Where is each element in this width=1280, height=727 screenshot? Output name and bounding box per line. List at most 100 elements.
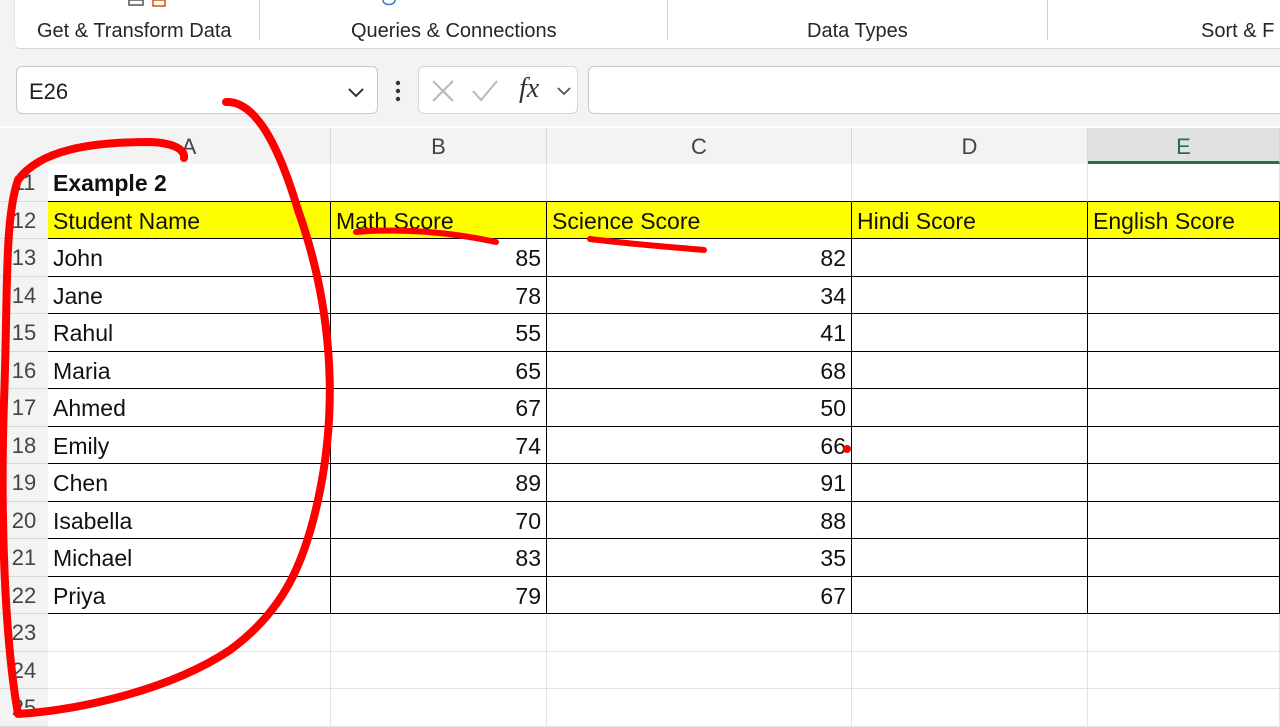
row-header[interactable]: 17 <box>0 389 48 427</box>
cell-d13[interactable] <box>852 239 1088 277</box>
cell-d25[interactable] <box>852 689 1088 727</box>
cell-b23[interactable] <box>331 614 547 652</box>
row-header[interactable]: 14 <box>0 276 48 314</box>
cell-c19[interactable]: 91 <box>547 464 852 502</box>
row-header[interactable]: 12 <box>0 201 48 239</box>
cell-c17[interactable]: 50 <box>547 389 852 427</box>
header-cell-a[interactable]: Student Name <box>48 201 331 239</box>
column-header-a[interactable]: A <box>48 128 331 164</box>
cell-c20[interactable]: 88 <box>547 501 852 539</box>
cell-a19[interactable]: Chen <box>48 464 331 502</box>
chevron-down-icon[interactable] <box>345 81 367 103</box>
cell-b20[interactable]: 70 <box>331 501 547 539</box>
cell-c11[interactable] <box>547 164 852 202</box>
cell-e20[interactable] <box>1088 501 1280 539</box>
name-box[interactable]: E26 <box>16 66 378 114</box>
row-header[interactable]: 13 <box>0 239 48 277</box>
cell-a23[interactable] <box>48 614 331 652</box>
cell-d24[interactable] <box>852 651 1088 689</box>
cell-e23[interactable] <box>1088 614 1280 652</box>
row-header[interactable]: 20 <box>0 501 48 539</box>
cell-a16[interactable]: Maria <box>48 351 331 389</box>
refresh-icon[interactable] <box>371 0 401 8</box>
cell-d17[interactable] <box>852 389 1088 427</box>
cell-a18[interactable]: Emily <box>48 426 331 464</box>
example-title[interactable]: Example 2 <box>48 164 331 202</box>
column-header-b[interactable]: B <box>331 128 547 164</box>
cell-e22[interactable] <box>1088 576 1280 614</box>
cell-d15[interactable] <box>852 314 1088 352</box>
cell-a25[interactable] <box>48 689 331 727</box>
cell-b16[interactable]: 65 <box>331 351 547 389</box>
header-cell-c[interactable]: Science Score <box>547 201 852 239</box>
cell-b17[interactable]: 67 <box>331 389 547 427</box>
formula-input[interactable] <box>588 66 1280 114</box>
cell-a13[interactable]: John <box>48 239 331 277</box>
cell-e21[interactable] <box>1088 539 1280 577</box>
cell-e24[interactable] <box>1088 651 1280 689</box>
cell-d22[interactable] <box>852 576 1088 614</box>
cell-d14[interactable] <box>852 276 1088 314</box>
cell-c14[interactable]: 34 <box>547 276 852 314</box>
header-cell-b[interactable]: Math Score <box>331 201 547 239</box>
more-options-icon[interactable] <box>388 76 408 106</box>
cell-d21[interactable] <box>852 539 1088 577</box>
cell-a17[interactable]: Ahmed <box>48 389 331 427</box>
cell-b22[interactable]: 79 <box>331 576 547 614</box>
cell-a22[interactable]: Priya <box>48 576 331 614</box>
cell-b24[interactable] <box>331 651 547 689</box>
cell-a21[interactable]: Michael <box>48 539 331 577</box>
cell-e13[interactable] <box>1088 239 1280 277</box>
enter-check-icon[interactable] <box>469 75 501 107</box>
cell-e25[interactable] <box>1088 689 1280 727</box>
cell-b13[interactable]: 85 <box>331 239 547 277</box>
cell-c23[interactable] <box>547 614 852 652</box>
cell-d16[interactable] <box>852 351 1088 389</box>
cell-d18[interactable] <box>852 426 1088 464</box>
cell-c18[interactable]: 66 <box>547 426 852 464</box>
cell-e11[interactable] <box>1088 164 1280 202</box>
header-cell-d[interactable]: Hindi Score <box>852 201 1088 239</box>
column-header-e[interactable]: E <box>1088 128 1280 164</box>
cell-b11[interactable] <box>331 164 547 202</box>
column-header-c[interactable]: C <box>547 128 852 164</box>
row-header[interactable]: 25 <box>0 689 48 727</box>
cell-c15[interactable]: 41 <box>547 314 852 352</box>
cell-d20[interactable] <box>852 501 1088 539</box>
cell-c22[interactable]: 67 <box>547 576 852 614</box>
cell-a15[interactable]: Rahul <box>48 314 331 352</box>
cell-e16[interactable] <box>1088 351 1280 389</box>
insert-function-button[interactable]: fx <box>519 73 539 105</box>
cell-e19[interactable] <box>1088 464 1280 502</box>
cell-b19[interactable]: 89 <box>331 464 547 502</box>
cell-a14[interactable]: Jane <box>48 276 331 314</box>
row-header[interactable]: 24 <box>0 651 48 689</box>
cell-e15[interactable] <box>1088 314 1280 352</box>
get-data-icon[interactable] <box>127 0 173 8</box>
chevron-down-icon[interactable] <box>555 83 573 99</box>
cell-a24[interactable] <box>48 651 331 689</box>
cell-d19[interactable] <box>852 464 1088 502</box>
row-header[interactable]: 22 <box>0 576 48 614</box>
column-header-d[interactable]: D <box>852 128 1088 164</box>
cell-c16[interactable]: 68 <box>547 351 852 389</box>
row-header[interactable]: 11 <box>0 164 48 202</box>
header-cell-e[interactable]: English Score <box>1088 201 1280 239</box>
row-header[interactable]: 19 <box>0 464 48 502</box>
cell-e18[interactable] <box>1088 426 1280 464</box>
cell-b18[interactable]: 74 <box>331 426 547 464</box>
row-header[interactable]: 16 <box>0 351 48 389</box>
cell-c24[interactable] <box>547 651 852 689</box>
cell-b25[interactable] <box>331 689 547 727</box>
cell-b21[interactable]: 83 <box>331 539 547 577</box>
cell-d23[interactable] <box>852 614 1088 652</box>
cell-e17[interactable] <box>1088 389 1280 427</box>
cell-e14[interactable] <box>1088 276 1280 314</box>
cell-b14[interactable]: 78 <box>331 276 547 314</box>
row-header[interactable]: 15 <box>0 314 48 352</box>
row-header[interactable]: 18 <box>0 426 48 464</box>
cell-c25[interactable] <box>547 689 852 727</box>
select-all-corner[interactable] <box>0 128 48 164</box>
cell-d11[interactable] <box>852 164 1088 202</box>
cancel-icon[interactable] <box>427 75 459 107</box>
